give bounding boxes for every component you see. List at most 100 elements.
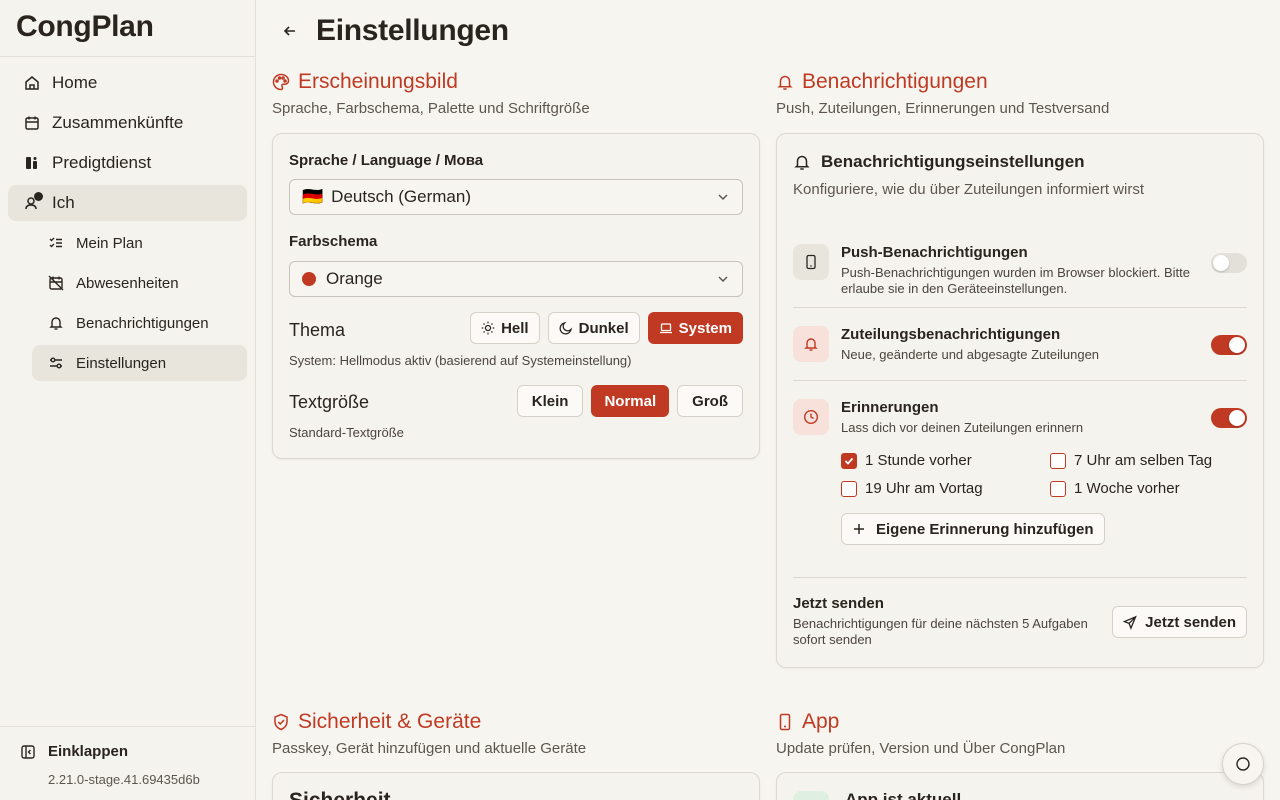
send-now-title: Jetzt senden <box>793 595 884 612</box>
laptop-icon <box>659 321 673 335</box>
chevron-down-icon <box>718 276 728 283</box>
appearance-subtitle: Sprache, Farbschema, Palette und Schrift… <box>272 100 590 117</box>
notifications-title: Benachrichtigungen <box>776 70 1264 94</box>
home-icon <box>24 75 40 91</box>
security-subtitle: Passkey, Gerät hinzufügen und aktuelle G… <box>272 740 587 757</box>
floating-help-button[interactable] <box>1222 743 1264 785</box>
clock-icon <box>803 409 819 425</box>
language-value: Deutsch (German) <box>331 187 471 206</box>
textsize-normal-button[interactable]: Normal <box>591 385 670 417</box>
sidebar-item-absences[interactable]: Abwesenheiten <box>32 265 247 301</box>
assign-toggle[interactable] <box>1211 335 1247 355</box>
language-select[interactable]: 🇩🇪 Deutsch (German) <box>289 179 743 215</box>
version-label: 2.21.0-stage.41.69435d6b <box>48 772 200 787</box>
security-title: Sicherheit & Geräte <box>272 710 760 734</box>
checkbox-label: 7 Uhr am selben Tag <box>1074 452 1213 469</box>
reminder-icon-box <box>793 399 829 435</box>
assign-row: Zuteilungsbenachrichtigungen Neue, geänd… <box>793 326 1247 366</box>
scheme-value: Orange <box>326 269 383 288</box>
sidebar-item-settings[interactable]: Einstellungen <box>32 345 247 381</box>
calendar-off-icon <box>48 275 64 291</box>
reminder-option-1h[interactable]: 1 Stunde vorher <box>841 452 972 469</box>
notifications-card-title: Benachrichtigungseinstellungen <box>793 152 1085 172</box>
textsize-large-button[interactable]: Groß <box>677 385 743 417</box>
app-title: App <box>776 710 1264 734</box>
push-desc-line-2: erlaube sie in den Geräteeinstellungen. <box>841 281 1068 296</box>
checkbox[interactable] <box>1050 452 1066 469</box>
textsize-options: Klein Normal Groß <box>516 385 743 417</box>
theme-system-button[interactable]: System <box>647 312 743 344</box>
check-icon <box>844 457 854 465</box>
scheme-select[interactable]: Orange <box>289 261 743 297</box>
sidebar-item-me[interactable]: Ich <box>8 185 247 221</box>
notifications-card: Benachrichtigungseinstellungen Konfiguri… <box>776 133 1264 668</box>
section-title-text: Sicherheit & Geräte <box>298 710 482 733</box>
sidebar-item-meetings[interactable]: Zusammenkünfte <box>8 105 247 141</box>
checkbox-label: 19 Uhr am Vortag <box>865 480 983 497</box>
theme-hint: System: Hellmodus aktiv (basierend auf S… <box>289 353 632 368</box>
push-desc: Push-Benachrichtigungen wurden im Browse… <box>841 265 1190 297</box>
sliders-icon <box>48 355 64 371</box>
checkbox-checked[interactable] <box>841 452 857 469</box>
push-toggle[interactable] <box>1211 253 1247 273</box>
textsize-hint: Standard-Textgröße <box>289 425 404 440</box>
send-now-button[interactable]: Jetzt senden <box>1112 606 1247 638</box>
send-desc-line-1: Benachrichtigungen für deine nächsten 5 … <box>793 616 1088 631</box>
panel-collapse-icon <box>20 744 36 760</box>
app-card: App ist aktuell <box>776 772 1264 800</box>
shield-check-icon <box>272 713 290 731</box>
sidebar-item-label: Home <box>52 73 98 92</box>
textsize-small-button[interactable]: Klein <box>516 385 584 417</box>
checkbox[interactable] <box>841 480 857 497</box>
bell-icon <box>804 338 818 351</box>
back-button[interactable] <box>280 21 300 41</box>
button-label: Hell <box>501 319 529 337</box>
security-section: Sicherheit & Geräte Passkey, Gerät hinzu… <box>272 710 760 757</box>
button-label: Dunkel <box>578 319 629 337</box>
reminder-option-7pm[interactable]: 19 Uhr am Vortag <box>841 480 983 497</box>
sun-icon <box>481 321 495 335</box>
sidebar-footer: Einklappen 2.21.0-stage.41.69435d6b <box>0 726 255 800</box>
push-text: Push-Benachrichtigungen Push-Benachricht… <box>841 244 1190 297</box>
page-title: Einstellungen <box>316 14 509 47</box>
add-reminder-button[interactable]: Eigene Erinnerung hinzufügen <box>841 513 1105 545</box>
notifications-card-subtitle: Konfiguriere, wie du über Zuteilungen in… <box>793 181 1144 198</box>
sidebar-item-my-plan[interactable]: Mein Plan <box>32 225 247 261</box>
collapse-button[interactable]: Einklappen <box>20 743 235 760</box>
palette-icon <box>272 73 290 91</box>
sidebar-item-notifications[interactable]: Benachrichtigungen <box>32 305 247 341</box>
brand-logo[interactable]: CongPlan <box>0 0 255 57</box>
moon-icon <box>559 321 573 335</box>
notifications-subtitle: Push, Zuteilungen, Erinnerungen und Test… <box>776 100 1110 117</box>
scheme-label: Farbschema <box>289 233 378 250</box>
security-card: Sicherheit <box>272 772 760 800</box>
app-subtitle: Update prüfen, Version und Über CongPlan <box>776 740 1066 757</box>
divider <box>793 577 1247 578</box>
sidebar-submenu: Mein Plan Abwesenheiten Benachrichtigung… <box>8 225 247 381</box>
appearance-card: Sprache / Language / Мова 🇩🇪 Deutsch (Ge… <box>272 133 760 459</box>
notification-dot <box>34 192 43 201</box>
theme-dark-button[interactable]: Dunkel <box>547 312 640 344</box>
card-title-text: Benachrichtigungseinstellungen <box>821 152 1085 171</box>
sidebar-item-ministry[interactable]: Predigtdienst <box>8 145 247 181</box>
notifications-section: Benachrichtigungen Push, Zuteilungen, Er… <box>776 70 1264 117</box>
checkbox[interactable] <box>1050 480 1066 497</box>
chevron-down-icon <box>718 194 728 201</box>
collapse-label: Einklappen <box>48 743 129 760</box>
bell-icon <box>793 153 811 171</box>
theme-options: Hell Dunkel System <box>470 312 743 344</box>
reminder-desc: Lass dich vor deinen Zuteilungen erinner… <box>841 420 1084 435</box>
appearance-title: Erscheinungsbild <box>272 70 760 94</box>
theme-light-button[interactable]: Hell <box>470 312 540 344</box>
button-label: Jetzt senden <box>1145 613 1236 631</box>
reminder-toggle[interactable] <box>1211 408 1247 428</box>
app-status-icon-box <box>793 791 829 800</box>
app-card-title: App ist aktuell <box>845 790 962 800</box>
reminder-option-1w[interactable]: 1 Woche vorher <box>1050 480 1180 497</box>
sidebar-item-home[interactable]: Home <box>8 65 247 101</box>
reminder-option-7am[interactable]: 7 Uhr am selben Tag <box>1050 452 1212 469</box>
checklist-icon <box>48 235 64 251</box>
assign-icon-box <box>793 326 829 362</box>
reminder-title: Erinnerungen <box>841 399 939 416</box>
app-section: App Update prüfen, Version und Über Cong… <box>776 710 1264 757</box>
